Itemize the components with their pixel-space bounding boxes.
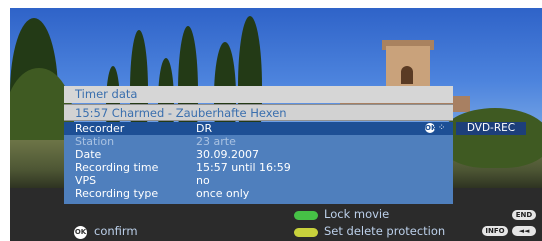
ok-icon: OK	[425, 122, 437, 133]
row-value: no	[196, 174, 210, 187]
set-delete-protection-label[interactable]: Set delete protection	[324, 224, 445, 238]
tower-window	[401, 66, 413, 84]
timer-fields: Recorder DR OK ⁘ Station 23 arte Date 30…	[64, 122, 453, 204]
row-label: Recording time	[75, 161, 159, 174]
end-button[interactable]: END	[512, 210, 536, 220]
panel-title: Timer data	[64, 86, 453, 103]
row-label: Date	[75, 148, 102, 161]
row-label: VPS	[75, 174, 97, 187]
green-key-icon	[294, 211, 318, 220]
row-date[interactable]: Date 30.09.2007	[64, 148, 453, 161]
row-value: 30.09.2007	[196, 148, 259, 161]
row-value: 15:57 until 16:59	[196, 161, 291, 174]
row-station[interactable]: Station 23 arte	[64, 135, 453, 148]
row-label: Station	[75, 135, 115, 148]
recorder-icons: OK ⁘	[425, 122, 445, 135]
lock-movie-label[interactable]: Lock movie	[324, 207, 389, 221]
row-recording-time[interactable]: Recording time 15:57 until 16:59	[64, 161, 453, 174]
bushes-right	[440, 108, 542, 168]
programme-title: 15:57 Charmed - Zauberhafte Hexen	[64, 104, 453, 121]
confirm-label[interactable]: confirm	[94, 224, 138, 238]
row-label: Recorder	[75, 122, 125, 135]
row-value: once only	[196, 187, 250, 200]
row-value: DR	[196, 122, 213, 135]
row-recorder[interactable]: Recorder DR OK ⁘	[64, 122, 453, 135]
recorder-option-dvd-rec[interactable]: DVD-REC	[456, 122, 526, 135]
back-button[interactable]: ◄◄	[512, 226, 536, 236]
ok-button-icon: OK	[74, 226, 87, 239]
row-value: 23 arte	[196, 135, 236, 148]
yellow-key-icon	[294, 228, 318, 237]
tv-screen: Timer data 15:57 Charmed - Zauberhafte H…	[10, 8, 542, 241]
info-button[interactable]: INFO	[482, 226, 508, 236]
row-label: Recording type	[75, 187, 159, 200]
row-recording-type[interactable]: Recording type once only	[64, 187, 453, 200]
row-vps[interactable]: VPS no	[64, 174, 453, 187]
navigate-icon: ⁘	[437, 123, 446, 133]
